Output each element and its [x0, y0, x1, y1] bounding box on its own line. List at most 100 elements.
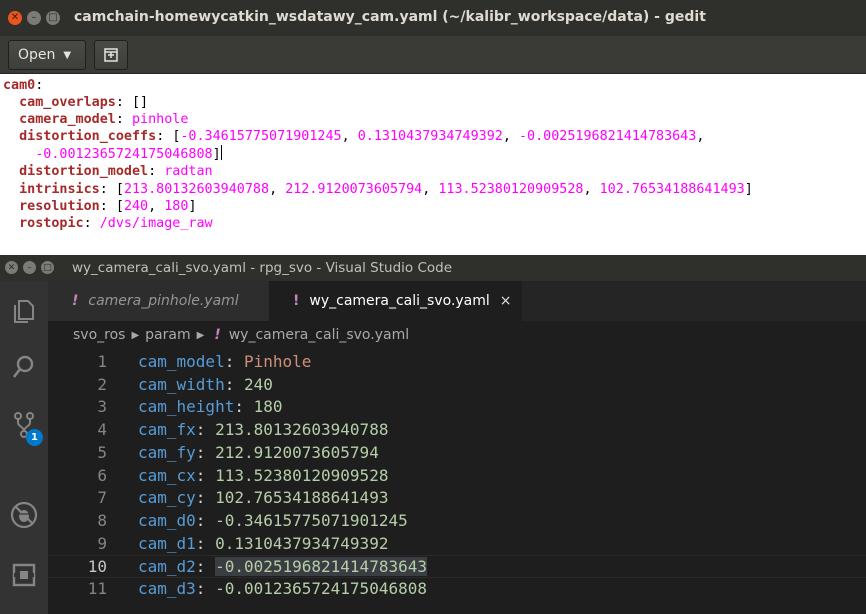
yaml-separator: : — [115, 95, 132, 111]
code-line[interactable]: 4 cam_fx: 213.80132603940788 — [48, 419, 866, 442]
source-control-icon[interactable]: 1 — [0, 401, 48, 449]
maximize-icon[interactable]: □ — [46, 11, 60, 25]
gedit-line: intrinsics: [213.80132603940788, 212.912… — [3, 181, 866, 198]
code-content: cam_height: 180 — [138, 396, 283, 419]
yaml-value: 213.80132603940788 — [215, 420, 389, 440]
yaml-value: [240, 180] — [115, 198, 197, 214]
code-content: cam_cx: 113.52380120909528 — [138, 465, 388, 488]
yaml-key: cam_fy — [138, 442, 196, 462]
editor-tab-bar: ! camera_pinhole.yaml ! wy_camera_cali_s… — [48, 281, 866, 321]
gedit-titlebar: ✕ – □ camchain-homewycatkin_wsdatawy_cam… — [0, 0, 866, 36]
gedit-line: distortion_model: radtan — [3, 163, 866, 180]
yaml-value: -0.0025196821414783643 — [215, 557, 427, 577]
line-number: 10 — [87, 557, 107, 577]
yaml-value: 113.52380120909528 — [215, 465, 389, 485]
breadcrumb-item[interactable]: wy_camera_cali_svo.yaml — [229, 327, 409, 343]
breadcrumb-item[interactable]: param — [145, 327, 190, 343]
yaml-colon: : — [224, 352, 244, 371]
open-button-label: Open — [18, 47, 56, 63]
open-button[interactable]: Open ▼ — [8, 40, 86, 70]
line-number: 3 — [97, 397, 107, 417]
chevron-right-icon: ▶ — [131, 329, 140, 341]
tab-label: camera_pinhole.yaml — [88, 293, 239, 309]
code-line[interactable]: 11 cam_d3: -0.0012365724175046808 — [48, 578, 866, 601]
yaml-key: cam_model — [138, 352, 225, 371]
gedit-text-area[interactable]: cam0: cam_overlaps: [] camera_model: pin… — [0, 75, 866, 255]
code-content: cam_d1: 0.1310437934749392 — [138, 533, 388, 556]
yaml-value: radtan — [164, 164, 213, 180]
breadcrumb-item[interactable]: svo_ros — [73, 327, 125, 343]
search-icon[interactable] — [0, 343, 48, 391]
tab-camera-pinhole[interactable]: ! camera_pinhole.yaml — [48, 281, 269, 321]
yaml-key: cam_d0 — [138, 510, 196, 530]
code-line[interactable]: 1 cam_model: Pinhole — [48, 351, 866, 374]
code-line[interactable]: 10 cam_d2: -0.0025196821414783643 — [48, 555, 866, 578]
yaml-value: -0.0012365724175046808] — [3, 147, 221, 163]
code-line[interactable]: 3 cam_height: 180 — [48, 396, 866, 419]
yaml-key: cam_fx — [138, 420, 196, 440]
yaml-colon: : — [224, 374, 244, 394]
maximize-icon[interactable]: □ — [41, 261, 54, 274]
code-content: cam_fx: 213.80132603940788 — [138, 419, 388, 442]
chevron-down-icon: ▼ — [63, 49, 72, 61]
code-editor[interactable]: 1 cam_model: Pinhole 2 cam_width: 240 3 cam_h… — [48, 349, 866, 614]
extensions-icon[interactable] — [0, 551, 48, 599]
yaml-file-icon: ! — [72, 293, 79, 309]
yaml-separator: : — [156, 129, 173, 145]
yaml-value: [213.80132603940788, 212.9120073605794, … — [115, 181, 753, 197]
yaml-key: cam0 — [3, 78, 36, 93]
minimize-icon[interactable]: – — [27, 11, 41, 25]
chevron-right-icon: ▶ — [196, 329, 205, 341]
explorer-icon[interactable] — [0, 287, 48, 335]
code-line[interactable]: 7 cam_cy: 102.76534188641493 — [48, 487, 866, 510]
code-line[interactable]: 9 cam_d1: 0.1310437934749392 — [48, 533, 866, 556]
line-number: 2 — [97, 374, 107, 394]
code-content: cam_fy: 212.9120073605794 — [138, 442, 379, 465]
yaml-key: camera_model — [3, 112, 116, 128]
code-line[interactable]: 8 cam_d0: -0.34615775071901245 — [48, 510, 866, 533]
yaml-key: cam_cx — [138, 465, 196, 485]
yaml-colon: : — [195, 420, 216, 440]
gedit-line: cam_overlaps: [] — [3, 94, 866, 111]
yaml-value: pinhole — [132, 112, 189, 128]
breadcrumb: svo_ros ▶ param ▶ ! wy_camera_cali_svo.y… — [48, 321, 866, 349]
activity-bar: 1 — [0, 281, 48, 614]
yaml-colon: : — [195, 442, 216, 462]
close-icon[interactable]: × — [500, 293, 512, 309]
code-content: cam_width: 240 — [138, 374, 273, 397]
yaml-value: 0.1310437934749392 — [215, 533, 389, 553]
yaml-key: intrinsics — [3, 181, 100, 197]
tab-label: wy_camera_cali_svo.yaml — [309, 293, 490, 309]
vscode-window-controls: ✕ – □ — [5, 261, 54, 274]
code-line[interactable]: 6 cam_cx: 113.52380120909528 — [48, 465, 866, 488]
new-document-button[interactable] — [94, 40, 128, 70]
tab-wy-camera-cali-svo[interactable]: ! wy_camera_cali_svo.yaml × — [269, 281, 522, 321]
code-line[interactable]: 2 cam_width: 240 — [48, 374, 866, 397]
code-content: cam_model: Pinhole — [138, 351, 311, 374]
gedit-line: cam0: — [3, 77, 866, 94]
gedit-line: distortion_coeffs: [-0.34615775071901245… — [3, 128, 866, 145]
yaml-key: cam_d3 — [138, 579, 196, 598]
yaml-value: -0.0012365724175046808 — [215, 579, 427, 598]
vscode-window-title: wy_camera_cali_svo.yaml - rpg_svo - Visu… — [72, 260, 453, 276]
debug-icon[interactable] — [0, 491, 48, 539]
gedit-window-controls: ✕ – □ — [8, 11, 60, 25]
code-line[interactable]: 5 cam_fy: 212.9120073605794 — [48, 442, 866, 465]
yaml-separator: : — [99, 198, 116, 214]
yaml-colon: : — [195, 510, 216, 530]
code-content: cam_d3: -0.0012365724175046808 — [138, 578, 427, 601]
yaml-value: Pinhole — [243, 352, 312, 371]
yaml-value: [] — [132, 95, 149, 111]
line-number: 7 — [97, 488, 107, 508]
yaml-key: distortion_coeffs — [3, 129, 157, 145]
minimize-icon[interactable]: – — [23, 261, 36, 274]
close-icon[interactable]: ✕ — [5, 261, 18, 274]
line-number: 11 — [87, 579, 107, 598]
close-icon[interactable]: ✕ — [8, 11, 22, 25]
yaml-key: distortion_model — [3, 164, 149, 180]
gedit-line: -0.0012365724175046808] — [3, 145, 866, 163]
gedit-toolbar: Open ▼ — [0, 36, 866, 74]
yaml-key: rostopic — [3, 215, 84, 231]
yaml-value: 102.76534188641493 — [215, 488, 389, 508]
yaml-key: cam_cy — [138, 488, 196, 508]
